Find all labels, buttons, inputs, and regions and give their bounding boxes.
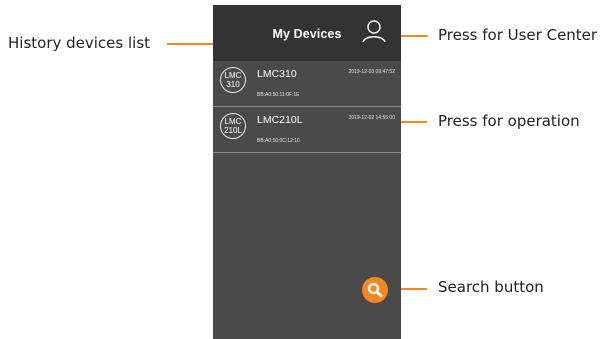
callout-user-center: Press for User Center [438,26,598,44]
device-date: 2019-12-03 09:47:52 [348,69,395,75]
device-avatar-line2: 310 [226,80,240,89]
user-icon [362,20,386,43]
device-avatar: LMC 210L [220,113,246,139]
device-date: 2019-12-02 14:55:00 [348,115,395,121]
device-mac: BB:A0:50:11:0F:1E [257,92,300,98]
history-devices-list: LMC 310 LMC310 2019-12-03 09:47:52 BB:A0… [213,61,401,153]
device-name: LMC310 [257,68,297,80]
app-header: My Devices [213,5,401,61]
callout-operation: Press for operation [438,112,580,130]
device-avatar-line1: LMC [224,71,242,80]
device-avatar-line2: 210L [224,126,242,135]
phone-screen: My Devices LMC 310 LMC310 2019-12-03 09:… [213,5,401,339]
device-avatar-line1: LMC [224,117,242,126]
callout-search-button: Search button [438,278,544,296]
device-mac: BB:A0:50:0C:12:16 [257,138,300,144]
device-name: LMC210L [257,114,303,126]
device-row-lmc210l[interactable]: LMC 210L LMC210L 2019-12-02 14:55:00 BB:… [213,107,401,153]
device-avatar: LMC 310 [220,67,246,93]
search-icon [367,282,383,298]
callout-history-devices-list: History devices list [8,34,151,52]
user-center-button[interactable] [361,18,387,44]
search-button[interactable] [362,277,388,303]
device-row-lmc310[interactable]: LMC 310 LMC310 2019-12-03 09:47:52 BB:A0… [213,61,401,107]
annotated-screenshot: History devices list Press for User Cent… [0,0,616,339]
